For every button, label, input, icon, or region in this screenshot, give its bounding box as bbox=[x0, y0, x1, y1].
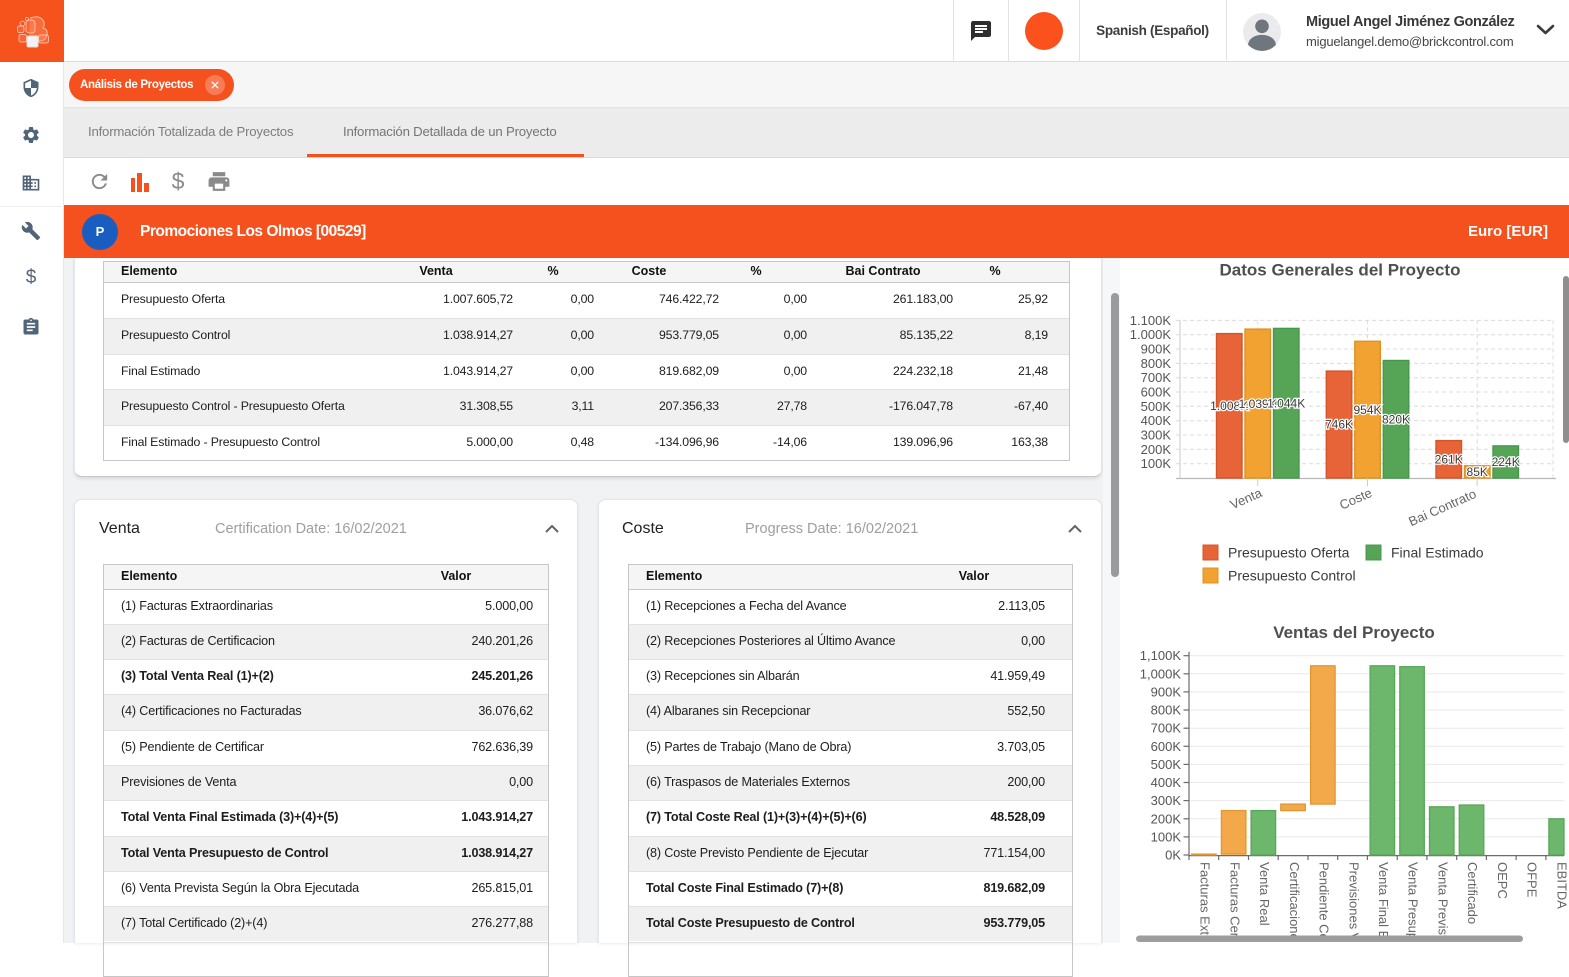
svg-text:954K: 954K bbox=[1353, 403, 1381, 417]
svg-text:1.000K: 1.000K bbox=[1130, 327, 1172, 342]
svg-text:500K: 500K bbox=[1151, 757, 1182, 772]
svg-text:1.100K: 1.100K bbox=[1130, 313, 1172, 328]
svg-text:Final Estimado: Final Estimado bbox=[1391, 545, 1484, 561]
svg-text:400K: 400K bbox=[1141, 413, 1172, 428]
svg-text:Presupuesto Control: Presupuesto Control bbox=[1228, 568, 1356, 584]
svg-text:600K: 600K bbox=[1151, 739, 1182, 754]
svg-text:0K: 0K bbox=[1165, 848, 1181, 863]
svg-text:Venta Prevista: Venta Prevista bbox=[1436, 862, 1451, 943]
svg-text:OEPC: OEPC bbox=[1495, 862, 1510, 899]
svg-text:100K: 100K bbox=[1141, 456, 1172, 471]
svg-text:600K: 600K bbox=[1141, 385, 1172, 400]
svg-text:900K: 900K bbox=[1151, 684, 1182, 699]
svg-text:300K: 300K bbox=[1141, 428, 1172, 443]
svg-text:Venta Presupuesto de Control: Venta Presupuesto de Control bbox=[1406, 862, 1421, 943]
svg-text:Bai Contrato: Bai Contrato bbox=[1406, 486, 1478, 529]
svg-text:900K: 900K bbox=[1141, 342, 1172, 357]
svg-text:1.044K: 1.044K bbox=[1267, 396, 1305, 410]
svg-text:746K: 746K bbox=[1325, 418, 1353, 432]
svg-text:261K: 261K bbox=[1435, 453, 1463, 467]
svg-text:224K: 224K bbox=[1492, 455, 1520, 469]
svg-text:Presupuesto Oferta: Presupuesto Oferta bbox=[1228, 545, 1350, 561]
svg-text:Certificado: Certificado bbox=[1465, 862, 1480, 924]
svg-text:800K: 800K bbox=[1141, 356, 1172, 371]
svg-text:85K: 85K bbox=[1467, 465, 1488, 479]
svg-text:200K: 200K bbox=[1151, 811, 1182, 826]
svg-text:Previsiones Venta: Previsiones Venta bbox=[1346, 862, 1361, 943]
svg-text:Facturas Certificacion: Facturas Certificacion bbox=[1227, 862, 1242, 943]
svg-text:820K: 820K bbox=[1382, 412, 1410, 426]
svg-text:300K: 300K bbox=[1151, 793, 1182, 808]
svg-text:Venta Final Estimada: Venta Final Estimada bbox=[1376, 862, 1391, 943]
svg-text:Pendiente Certificar: Pendiente Certificar bbox=[1317, 862, 1332, 943]
svg-text:Venta: Venta bbox=[1228, 485, 1265, 513]
svg-text:700K: 700K bbox=[1141, 370, 1172, 385]
svg-text:100K: 100K bbox=[1151, 829, 1182, 844]
svg-text:1,000K: 1,000K bbox=[1140, 666, 1182, 681]
svg-text:1,100K: 1,100K bbox=[1140, 648, 1182, 663]
svg-text:400K: 400K bbox=[1151, 775, 1182, 790]
svg-text:EBITDA: EBITDA bbox=[1554, 862, 1569, 909]
svg-text:Datos Generales del Proyecto: Datos Generales del Proyecto bbox=[1220, 261, 1461, 280]
svg-text:200K: 200K bbox=[1141, 442, 1172, 457]
svg-text:Facturas Extraordinarias: Facturas Extraordinarias bbox=[1198, 862, 1213, 943]
svg-text:Certificaciones no Facturadas: Certificaciones no Facturadas bbox=[1287, 862, 1302, 943]
svg-text:OFPE: OFPE bbox=[1525, 862, 1540, 898]
svg-text:800K: 800K bbox=[1151, 703, 1182, 718]
svg-text:Ventas del Proyecto: Ventas del Proyecto bbox=[1273, 623, 1435, 642]
svg-text:700K: 700K bbox=[1151, 721, 1182, 736]
svg-text:Coste: Coste bbox=[1337, 485, 1374, 513]
svg-text:Venta Real: Venta Real bbox=[1257, 862, 1272, 926]
svg-text:500K: 500K bbox=[1141, 399, 1172, 414]
